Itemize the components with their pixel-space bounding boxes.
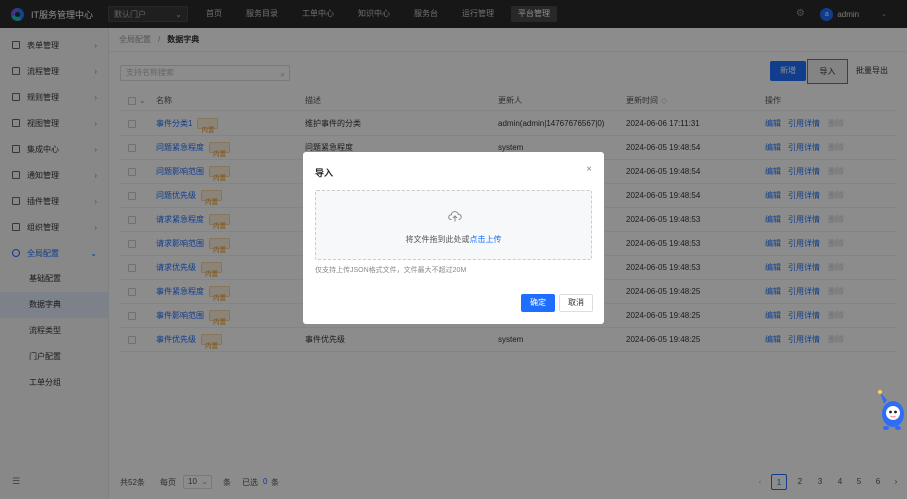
cancel-button[interactable]: 取消 <box>559 294 593 312</box>
upload-dropzone[interactable]: 将文件拖到此处或点击上传 <box>315 190 592 260</box>
confirm-button[interactable]: 确定 <box>521 294 555 312</box>
assistant-robot-icon[interactable] <box>877 386 905 432</box>
dropzone-text: 将文件拖到此处或点击上传 <box>316 234 591 245</box>
import-dialog: 导入 × 将文件拖到此处或点击上传 仅支持上传JSON格式文件，文件最大不超过2… <box>303 152 604 324</box>
close-icon[interactable]: × <box>586 164 592 175</box>
drop-text: 将文件拖到此处或 <box>405 235 470 244</box>
click-upload-link[interactable]: 点击上传 <box>470 235 502 244</box>
dialog-title: 导入 <box>315 168 334 178</box>
cloud-upload-icon <box>448 211 462 222</box>
upload-tip: 仅支持上传JSON格式文件，文件最大不超过20M <box>315 267 467 274</box>
